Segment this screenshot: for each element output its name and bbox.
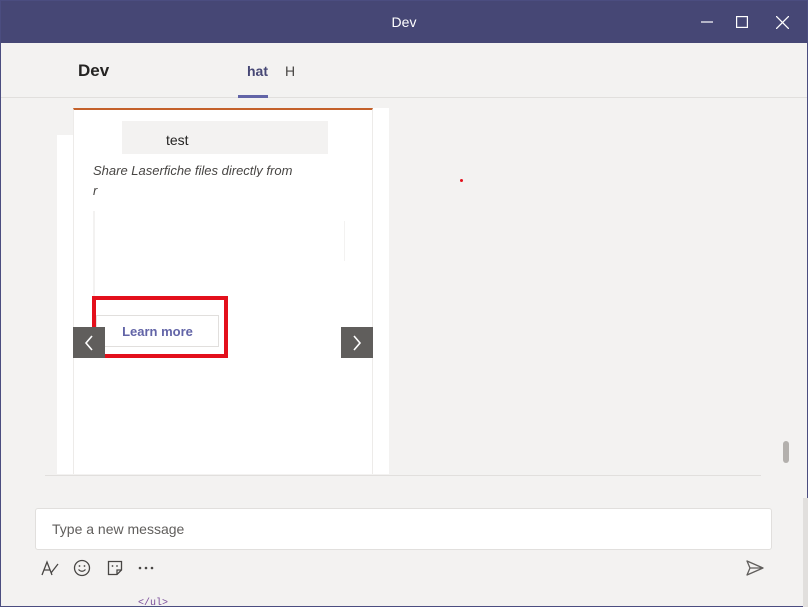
close-icon bbox=[775, 15, 789, 29]
card-title-box bbox=[122, 121, 328, 154]
card-description-line2: r bbox=[93, 183, 98, 197]
send-button[interactable] bbox=[744, 557, 766, 579]
format-icon bbox=[41, 560, 59, 576]
chevron-left-icon bbox=[84, 334, 93, 351]
card-backdrop-left bbox=[57, 135, 73, 474]
card-image-placeholder bbox=[93, 211, 95, 301]
more-icon bbox=[138, 566, 154, 570]
card-backdrop-right bbox=[373, 108, 389, 474]
compose-box[interactable] bbox=[35, 508, 772, 550]
close-button[interactable] bbox=[762, 1, 802, 43]
maximize-icon bbox=[736, 16, 748, 28]
message-input[interactable] bbox=[36, 509, 771, 549]
card-description: Share Laserfiche files directly from bbox=[93, 163, 293, 177]
scrollbar-thumb[interactable] bbox=[783, 441, 789, 463]
tab-chat[interactable]: hat bbox=[247, 63, 268, 79]
chevron-right-icon bbox=[353, 334, 362, 351]
teams-window: Dev Dev hat H test Share Laserfiche file… bbox=[0, 0, 808, 607]
sticker-icon bbox=[107, 560, 123, 576]
highlight-box bbox=[92, 296, 228, 358]
card-image-edge bbox=[344, 221, 345, 261]
message-divider bbox=[45, 475, 761, 476]
background-code-fragment: </ul> bbox=[138, 598, 169, 607]
minimize-icon bbox=[701, 21, 713, 23]
more-options-button[interactable] bbox=[135, 557, 157, 579]
background-window-edge bbox=[803, 498, 808, 607]
format-button[interactable] bbox=[39, 557, 61, 579]
card-title: test bbox=[166, 132, 189, 148]
active-tab-indicator bbox=[238, 95, 268, 98]
carousel-prev-button[interactable] bbox=[73, 327, 105, 358]
sticker-button[interactable] bbox=[104, 557, 126, 579]
minimize-button[interactable] bbox=[687, 1, 727, 43]
send-icon bbox=[746, 560, 764, 576]
emoji-icon bbox=[73, 559, 91, 577]
maximize-button[interactable] bbox=[722, 1, 762, 43]
channel-name: Dev bbox=[78, 61, 110, 80]
channel-header: Dev hat H bbox=[1, 43, 807, 98]
title-bar: Dev bbox=[1, 1, 807, 43]
emoji-button[interactable] bbox=[71, 557, 93, 579]
cursor-dot bbox=[460, 179, 463, 182]
carousel-next-button[interactable] bbox=[341, 327, 373, 358]
tab-h[interactable]: H bbox=[285, 63, 295, 79]
